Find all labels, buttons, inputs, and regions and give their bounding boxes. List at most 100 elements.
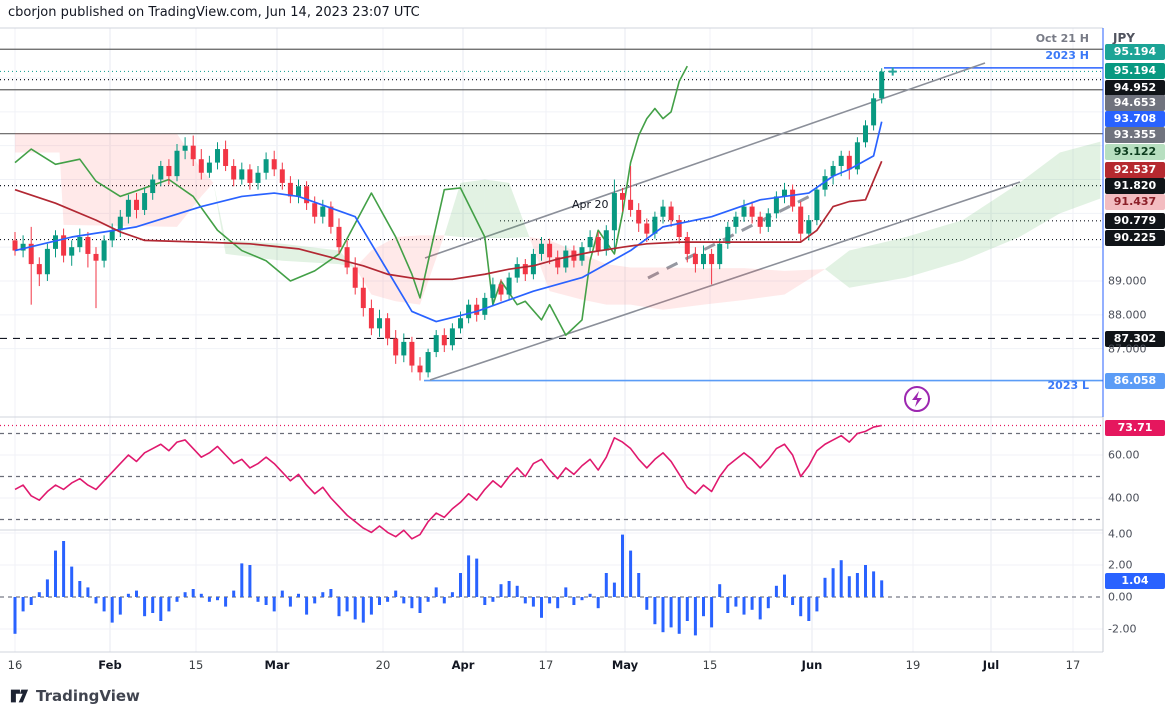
price-badge: 92.537	[1105, 162, 1165, 178]
ichimoku-cloud	[785, 269, 826, 294]
candle-body	[790, 190, 795, 207]
candle-body	[847, 156, 852, 170]
hist-bar	[78, 581, 81, 597]
time-tick-label: Feb	[98, 658, 121, 672]
oct-2021-high-label: Oct 21 H	[1036, 32, 1089, 45]
hist-bar	[653, 597, 656, 624]
candle-body	[490, 284, 495, 298]
candle-body	[871, 98, 876, 125]
ichimoku-cloud	[906, 220, 963, 278]
rsi-line	[15, 426, 882, 539]
candle-body	[393, 339, 398, 356]
ichimoku-cloud	[825, 251, 849, 288]
ichimoku-cloud	[744, 268, 785, 300]
candle-body	[588, 237, 593, 247]
candle-body	[636, 210, 641, 224]
candle-body	[166, 166, 171, 176]
candle-body	[733, 217, 738, 227]
hist-bar	[864, 565, 867, 597]
price-badge: 93.122	[1105, 144, 1165, 160]
hist-bar	[95, 597, 98, 603]
hist-bar	[767, 597, 770, 608]
candle-body	[77, 237, 82, 247]
hist-bar	[427, 597, 430, 602]
hist-bar	[807, 597, 810, 621]
candle-body	[418, 366, 423, 373]
candle-body	[223, 149, 228, 166]
ichimoku-cloud	[663, 267, 704, 309]
ichimoku-cloud	[1060, 142, 1101, 214]
ichimoku-cloud	[509, 183, 529, 238]
candle-body	[158, 166, 163, 180]
hist-bar	[224, 597, 227, 607]
candle-body	[296, 186, 301, 196]
candle-body	[401, 342, 406, 356]
tradingview-logo-icon	[10, 688, 29, 704]
hist-bar	[799, 597, 802, 616]
chart-canvas[interactable]	[0, 0, 1171, 716]
hist-bar	[443, 597, 446, 603]
candle-body	[369, 308, 374, 328]
price-badge: 91.820	[1105, 178, 1165, 194]
hist-bar	[240, 563, 243, 597]
price-tick-label: 2.00	[1108, 559, 1133, 572]
candle-body	[191, 146, 196, 160]
candle-body	[328, 207, 333, 227]
candle-body	[207, 163, 212, 173]
candle-body	[442, 335, 447, 345]
candle-body	[507, 278, 512, 295]
hist-bar	[532, 597, 535, 607]
hist-bar	[475, 559, 478, 597]
time-tick-label: 17	[539, 658, 554, 672]
hist-bar	[435, 587, 438, 597]
hist-bar	[313, 597, 316, 603]
hist-bar	[378, 597, 381, 605]
candle-body	[839, 156, 844, 166]
hist-bar	[38, 592, 41, 597]
candle-body	[126, 200, 131, 217]
hist-bar	[718, 584, 721, 597]
candle-body	[685, 237, 690, 254]
hist-bar	[572, 597, 575, 605]
candle-body	[814, 190, 819, 220]
hist-bar	[775, 586, 778, 597]
time-tick-label: 20	[376, 658, 391, 672]
hist-bar	[143, 597, 146, 616]
price-tick-label: -2.00	[1108, 623, 1136, 636]
candle-body	[499, 284, 504, 294]
footer-brand[interactable]: TradingView	[10, 687, 140, 705]
hist-bar	[402, 597, 405, 603]
flash-idea-icon[interactable]	[905, 387, 929, 411]
hist-bar	[410, 597, 413, 608]
time-tick-label: 19	[906, 658, 921, 672]
candle-body	[37, 264, 42, 274]
ichimoku-cloud	[201, 169, 213, 196]
hist-bar	[151, 597, 154, 613]
price-tick-label: 40.00	[1108, 492, 1140, 505]
hist-bar	[556, 597, 559, 608]
time-tick-label: Apr	[452, 658, 475, 672]
candle-body	[661, 207, 666, 217]
price-axis-currency[interactable]: JPY	[1113, 31, 1135, 45]
hist-bar	[637, 573, 640, 597]
hist-bar	[86, 587, 89, 597]
candle-body	[717, 244, 722, 264]
price-tick-label: 0.00	[1108, 591, 1133, 604]
hist-bar	[321, 592, 324, 597]
candle-body	[320, 207, 325, 217]
candle-body	[134, 200, 139, 210]
candle-body	[798, 207, 803, 234]
candle-body	[118, 217, 123, 231]
time-tick-label: May	[612, 658, 638, 672]
hist-bar	[281, 591, 284, 597]
hist-bar	[70, 567, 73, 597]
year-2023-low-label: 2023 L	[1048, 379, 1089, 392]
hist-bar	[734, 597, 737, 607]
candle-body	[531, 254, 536, 274]
candle-body	[482, 298, 487, 315]
price-badge: 1.04	[1105, 573, 1165, 589]
price-badge: 93.708	[1105, 111, 1165, 127]
hist-bar	[710, 597, 713, 627]
hist-bar	[645, 597, 648, 610]
hist-bar	[346, 597, 349, 611]
